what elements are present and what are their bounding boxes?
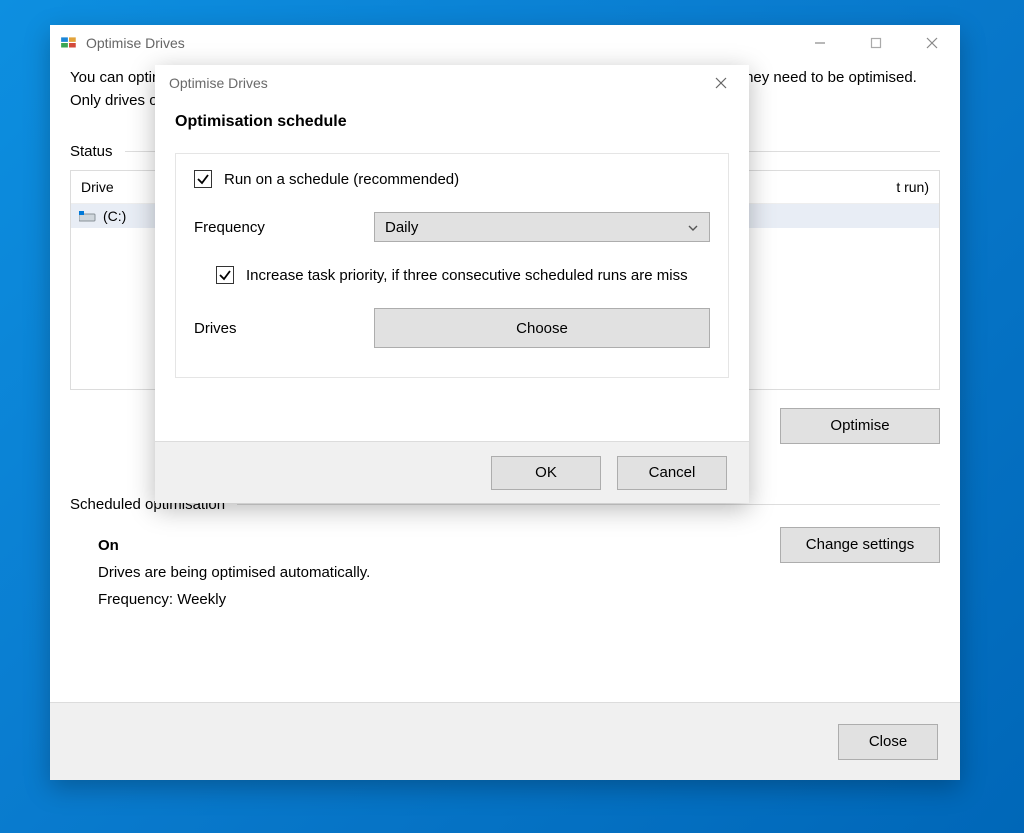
app-icon	[60, 34, 78, 52]
dialog-footer: OK Cancel	[155, 441, 749, 503]
close-main-button[interactable]: Close	[838, 724, 938, 760]
divider	[237, 504, 940, 505]
main-footer: Close	[50, 702, 960, 780]
main-title: Optimise Drives	[86, 35, 185, 51]
run-schedule-label: Run on a schedule (recommended)	[224, 171, 459, 188]
drive-icon	[79, 210, 97, 222]
dialog-header: Optimisation schedule	[175, 113, 729, 131]
ok-button[interactable]: OK	[491, 456, 601, 490]
minimize-button[interactable]	[792, 25, 848, 61]
drive-label: (C:)	[103, 208, 126, 224]
priority-checkbox[interactable]	[216, 266, 234, 284]
schedule-dialog: Optimise Drives Optimisation schedule Ru…	[155, 65, 749, 503]
scheduled-desc: Drives are being optimised automatically…	[98, 564, 940, 581]
dialog-title: Optimise Drives	[169, 75, 268, 91]
schedule-group: Run on a schedule (recommended) Frequenc…	[175, 153, 729, 378]
status-label-text: Status	[70, 143, 113, 160]
optimise-button[interactable]: Optimise	[780, 408, 940, 444]
frequency-select[interactable]: Daily	[374, 212, 710, 242]
dialog-titlebar[interactable]: Optimise Drives	[155, 65, 749, 101]
run-schedule-row: Run on a schedule (recommended)	[194, 170, 710, 188]
priority-label: Increase task priority, if three consecu…	[246, 267, 688, 284]
choose-drives-button[interactable]: Choose	[374, 308, 710, 348]
frequency-value: Daily	[385, 219, 418, 236]
maximize-button[interactable]	[848, 25, 904, 61]
run-schedule-checkbox[interactable]	[194, 170, 212, 188]
chevron-down-icon	[687, 221, 699, 233]
frequency-label: Frequency	[194, 219, 374, 236]
change-settings-button[interactable]: Change settings	[780, 527, 940, 563]
drives-label: Drives	[194, 320, 374, 337]
close-button[interactable]	[904, 25, 960, 61]
main-titlebar[interactable]: Optimise Drives	[50, 25, 960, 61]
cancel-button[interactable]: Cancel	[617, 456, 727, 490]
scheduled-freq: Frequency: Weekly	[98, 591, 940, 608]
dialog-close-icon[interactable]	[693, 65, 749, 101]
